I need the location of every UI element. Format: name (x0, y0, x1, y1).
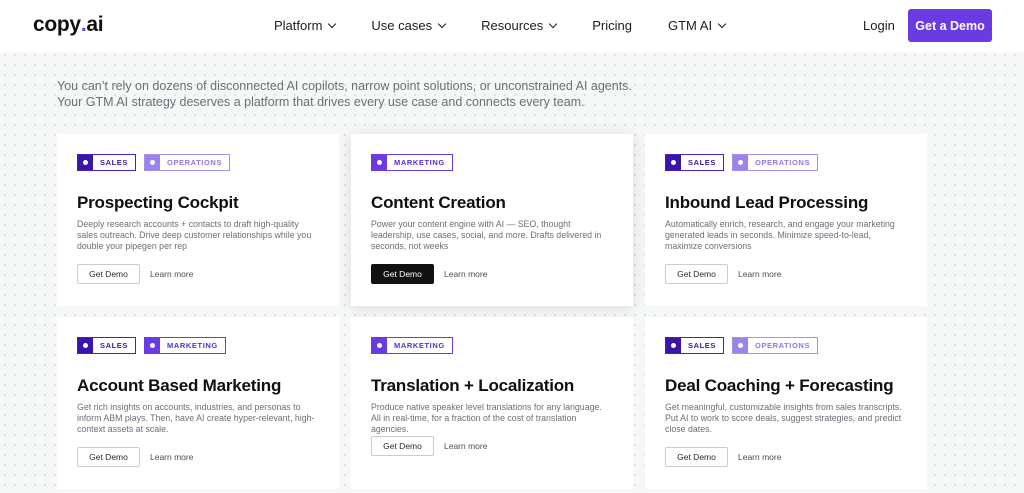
tag-label: SALES (688, 341, 717, 350)
tag-label: SALES (100, 158, 129, 167)
tag-list: SALES OPERATIONS (77, 154, 319, 171)
tag-dot-icon (78, 338, 93, 353)
learn-more-link[interactable]: Learn more (444, 269, 487, 279)
card-title: Translation + Localization (371, 376, 575, 395)
get-demo-button[interactable]: Get Demo (371, 264, 434, 284)
get-a-demo-button[interactable]: Get a Demo (908, 9, 992, 42)
use-case-card-deal-coaching: SALES OPERATIONS Deal Coaching + Forecas… (645, 317, 927, 489)
card-actions: Get Demo Learn more (665, 447, 781, 467)
tag-dot-icon (372, 338, 387, 353)
learn-more-link[interactable]: Learn more (150, 269, 193, 279)
learn-more-link[interactable]: Learn more (738, 269, 781, 279)
tag-label: MARKETING (394, 341, 445, 350)
tag-label: MARKETING (394, 158, 445, 167)
nav-item-label: Resources (481, 18, 544, 33)
nav-item-label: Use cases (371, 18, 433, 33)
card-actions: Get Demo Learn more (77, 447, 193, 467)
tag-dot-icon (666, 338, 681, 353)
card-title: Inbound Lead Processing (665, 193, 869, 212)
intro-paragraph: You can’t rely on dozens of disconnected… (57, 78, 677, 110)
nav-item-gtm-ai[interactable]: GTM AI (668, 18, 727, 33)
learn-more-link[interactable]: Learn more (150, 452, 193, 462)
tag-label: SALES (100, 341, 129, 350)
card-description: Get meaningful, customizable insights fr… (665, 402, 902, 434)
tag-list: MARKETING (371, 154, 613, 171)
card-title: Deal Coaching + Forecasting (665, 376, 894, 395)
card-actions: Get Demo Learn more (371, 436, 487, 456)
use-case-card-translation: MARKETING Translation + Localization Pro… (351, 317, 633, 489)
tag-marketing: MARKETING (371, 154, 453, 171)
tag-operations: OPERATIONS (144, 154, 231, 171)
card-description: Automatically enrich, research, and enga… (665, 219, 895, 251)
tag-marketing: MARKETING (144, 337, 226, 354)
card-description: Get rich insights on accounts, industrie… (77, 402, 315, 434)
copyai-logo[interactable]: copy. ai (33, 13, 104, 37)
card-description: Deeply research accounts + contacts to d… (77, 219, 312, 251)
use-case-card-content-creation: MARKETING Content Creation Power your co… (351, 134, 633, 306)
card-description: Power your content engine with AI — SEO,… (371, 219, 602, 251)
tag-dot-icon (666, 155, 681, 170)
tag-sales: SALES (77, 337, 137, 354)
tag-list: SALES OPERATIONS (665, 154, 907, 171)
tag-label: MARKETING (167, 341, 218, 350)
tag-label: SALES (688, 158, 717, 167)
nav-item-label: GTM AI (668, 18, 713, 33)
nav-item-label: Pricing (592, 18, 632, 33)
use-case-card-abm: SALES MARKETING Account Based Marketing … (57, 317, 339, 489)
chevron-down-icon (549, 19, 558, 28)
nav-item-pricing[interactable]: Pricing (592, 18, 632, 33)
tag-sales: SALES (77, 154, 137, 171)
card-actions: Get Demo Learn more (371, 264, 487, 284)
tag-label: OPERATIONS (167, 158, 223, 167)
tag-label: OPERATIONS (755, 158, 811, 167)
get-demo-button[interactable]: Get Demo (77, 447, 140, 467)
chevron-down-icon (717, 19, 727, 28)
card-actions: Get Demo Learn more (77, 264, 193, 284)
tag-dot-icon (78, 155, 93, 170)
tag-sales: SALES (665, 337, 725, 354)
card-actions: Get Demo Learn more (665, 264, 781, 284)
nav-item-label: Platform (274, 18, 323, 33)
logo-text-main: copy (33, 13, 81, 36)
tag-dot-icon (145, 338, 161, 353)
card-title: Content Creation (371, 193, 506, 212)
nav-item-resources[interactable]: Resources (481, 18, 558, 33)
tag-list: SALES OPERATIONS (665, 337, 907, 354)
use-case-card-prospecting: SALES OPERATIONS Prospecting Cockpit Dee… (57, 134, 339, 306)
tag-list: MARKETING (371, 337, 613, 354)
learn-more-link[interactable]: Learn more (738, 452, 781, 462)
tag-dot-icon (733, 155, 749, 170)
tag-marketing: MARKETING (371, 337, 453, 354)
get-demo-button[interactable]: Get Demo (665, 447, 728, 467)
get-demo-button[interactable]: Get Demo (371, 436, 434, 456)
card-description: Produce native speaker level translation… (371, 402, 602, 434)
login-link[interactable]: Login (863, 18, 895, 33)
tag-list: SALES MARKETING (77, 337, 319, 354)
get-demo-button[interactable]: Get Demo (77, 264, 140, 284)
nav-item-use-cases[interactable]: Use cases (371, 18, 447, 33)
card-title: Account Based Marketing (77, 376, 282, 395)
tag-label: OPERATIONS (755, 341, 811, 350)
tag-operations: OPERATIONS (732, 337, 819, 354)
chevron-down-icon (437, 19, 447, 28)
tag-dot-icon (372, 155, 387, 170)
tag-sales: SALES (665, 154, 725, 171)
nav-item-platform[interactable]: Platform (274, 18, 337, 33)
logo-text-end: ai (86, 13, 104, 36)
chevron-down-icon (328, 19, 337, 28)
use-case-card-inbound-lead: SALES OPERATIONS Inbound Lead Processing… (645, 134, 927, 306)
intro-line-1: You can’t rely on dozens of disconnected… (57, 79, 632, 93)
nav-menu: Platform Use cases Resources Pricing GTM… (274, 18, 727, 33)
intro-line-2: Your GTM AI strategy deserves a platform… (57, 95, 585, 109)
tag-dot-icon (733, 338, 749, 353)
card-title: Prospecting Cockpit (77, 193, 239, 212)
tag-dot-icon (145, 155, 161, 170)
learn-more-link[interactable]: Learn more (444, 441, 487, 451)
top-nav: copy. ai Platform Use cases Resources Pri… (0, 0, 1024, 52)
tag-operations: OPERATIONS (732, 154, 819, 171)
get-demo-button[interactable]: Get Demo (665, 264, 728, 284)
